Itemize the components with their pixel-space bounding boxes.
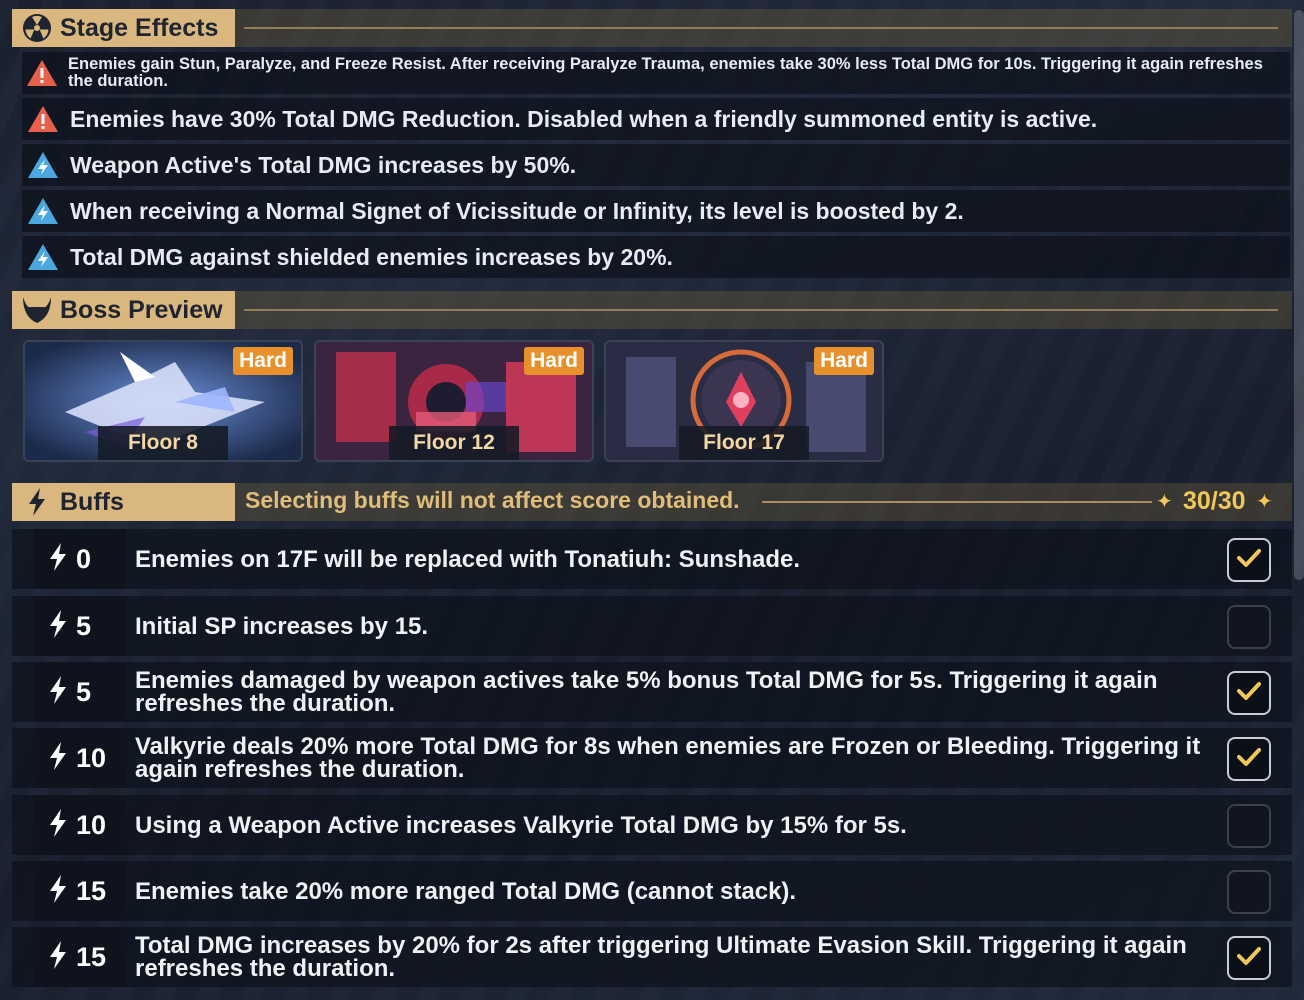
checkmark-icon bbox=[1237, 747, 1261, 772]
scrollbar[interactable] bbox=[1294, 10, 1304, 580]
boss-preview-title: Boss Preview bbox=[60, 295, 223, 324]
stage-effect-text: Enemies have 30% Total DMG Reduction. Di… bbox=[70, 105, 1098, 132]
boss-card-floor-8[interactable]: Hard Floor 8 bbox=[23, 340, 303, 462]
stage-effect-row: Enemies gain Stun, Paralyze, and Freeze … bbox=[22, 52, 1290, 94]
bonus-icon bbox=[26, 243, 60, 271]
stage-effect-row: Weapon Active's Total DMG increases by 5… bbox=[22, 144, 1290, 186]
lightning-icon bbox=[48, 741, 68, 776]
bonus-icon bbox=[26, 151, 60, 179]
lightning-icon bbox=[48, 675, 68, 710]
checkmark-icon bbox=[1237, 681, 1261, 706]
boss-preview-header: Boss Preview bbox=[12, 291, 1292, 329]
bonus-icon bbox=[26, 197, 60, 225]
buff-cost-value: 5 bbox=[76, 610, 92, 641]
checkmark-icon bbox=[1237, 946, 1261, 971]
buff-text: Enemies on 17F will be replaced with Ton… bbox=[135, 545, 801, 573]
sparkle-icon: ✦ bbox=[1256, 491, 1273, 513]
buff-checkbox[interactable] bbox=[1227, 737, 1271, 781]
buff-points: 30/30 bbox=[1183, 487, 1246, 515]
lightning-icon bbox=[48, 808, 68, 843]
stage-effect-text: Total DMG against shielded enemies incre… bbox=[70, 243, 673, 270]
buff-checkbox[interactable] bbox=[1227, 671, 1271, 715]
buff-checkbox[interactable] bbox=[1227, 870, 1271, 914]
buff-row[interactable]: 5 Enemies damaged by weapon actives take… bbox=[12, 662, 1292, 722]
lightning-icon bbox=[48, 609, 68, 644]
lightning-icon bbox=[20, 483, 54, 521]
buff-text: Using a Weapon Active increases Valkyrie… bbox=[135, 811, 907, 839]
buff-cost-value: 15 bbox=[76, 875, 107, 906]
horned-mask-icon bbox=[20, 291, 54, 329]
buffs-note: Selecting buffs will not affect score ob… bbox=[245, 487, 740, 513]
buff-cost: 15 bbox=[34, 861, 126, 921]
buffs-header: Buffs Selecting buffs will not affect sc… bbox=[12, 483, 1292, 521]
stage-effect-row: When receiving a Normal Signet of Viciss… bbox=[22, 190, 1290, 232]
buff-cost: 10 bbox=[34, 728, 126, 788]
header-divider bbox=[244, 309, 1278, 311]
buff-row[interactable]: 15 Total DMG increases by 20% for 2s aft… bbox=[12, 927, 1292, 987]
stage-effect-text: Weapon Active's Total DMG increases by 5… bbox=[70, 151, 577, 178]
buff-checkbox[interactable] bbox=[1227, 538, 1271, 582]
buff-cost: 15 bbox=[34, 927, 126, 987]
radiation-icon bbox=[20, 9, 54, 47]
buff-checkbox[interactable] bbox=[1227, 936, 1271, 980]
buff-cost-value: 5 bbox=[76, 676, 92, 707]
buff-cost-value: 0 bbox=[76, 543, 92, 574]
lightning-icon bbox=[48, 940, 68, 975]
buffs-title-box: Buffs bbox=[12, 483, 235, 521]
warning-icon bbox=[26, 59, 58, 87]
buff-row[interactable]: 10 Valkyrie deals 20% more Total DMG for… bbox=[12, 728, 1292, 788]
buff-text: Total DMG increases by 20% for 2s after … bbox=[135, 932, 1187, 982]
stage-effect-text: Enemies gain Stun, Paralyze, and Freeze … bbox=[68, 55, 1263, 90]
buff-row[interactable]: 10 Using a Weapon Active increases Valky… bbox=[12, 795, 1292, 855]
buff-text: Valkyrie deals 20% more Total DMG for 8s… bbox=[135, 733, 1201, 783]
stage-effect-row: Enemies have 30% Total DMG Reduction. Di… bbox=[22, 98, 1290, 140]
difficulty-badge: Hard bbox=[524, 347, 584, 375]
header-divider bbox=[762, 501, 1152, 503]
floor-label: Floor 12 bbox=[389, 426, 519, 460]
buff-row[interactable]: 15 Enemies take 20% more ranged Total DM… bbox=[12, 861, 1292, 921]
buff-cost-value: 10 bbox=[76, 742, 107, 773]
buff-cost: 0 bbox=[34, 529, 126, 589]
buff-row[interactable]: 5 Initial SP increases by 15. bbox=[12, 596, 1292, 656]
buff-text: Enemies damaged by weapon actives take 5… bbox=[135, 667, 1158, 717]
buff-text: Initial SP increases by 15. bbox=[135, 612, 429, 640]
buff-checkbox[interactable] bbox=[1227, 605, 1271, 649]
buff-text: Enemies take 20% more ranged Total DMG (… bbox=[135, 877, 797, 905]
checkmark-icon bbox=[1237, 548, 1261, 573]
stage-effects-title: Stage Effects bbox=[60, 13, 219, 42]
difficulty-badge: Hard bbox=[233, 347, 293, 375]
floor-label: Floor 8 bbox=[98, 426, 228, 460]
lightning-icon bbox=[48, 874, 68, 909]
boss-card-floor-12[interactable]: Hard Floor 12 bbox=[314, 340, 594, 462]
buff-cost-value: 10 bbox=[76, 809, 107, 840]
lightning-icon bbox=[48, 542, 68, 577]
buffs-title: Buffs bbox=[60, 487, 124, 516]
floor-label: Floor 17 bbox=[679, 426, 809, 460]
difficulty-badge: Hard bbox=[814, 347, 874, 375]
buff-row[interactable]: 0 Enemies on 17F will be replaced with T… bbox=[12, 529, 1292, 589]
buff-cost: 10 bbox=[34, 795, 126, 855]
header-divider bbox=[244, 27, 1278, 29]
sparkle-icon: ✦ bbox=[1156, 491, 1173, 513]
boss-card-floor-17[interactable]: Hard Floor 17 bbox=[604, 340, 884, 462]
stage-effects-header: Stage Effects bbox=[12, 9, 1292, 47]
buff-checkbox[interactable] bbox=[1227, 804, 1271, 848]
stage-effects-title-box: Stage Effects bbox=[12, 9, 235, 47]
buff-cost: 5 bbox=[34, 596, 126, 656]
boss-preview-title-box: Boss Preview bbox=[12, 291, 235, 329]
warning-icon bbox=[26, 105, 60, 133]
stage-effect-text: When receiving a Normal Signet of Viciss… bbox=[70, 197, 964, 224]
stage-effect-row: Total DMG against shielded enemies incre… bbox=[22, 236, 1290, 278]
buff-cost: 5 bbox=[34, 662, 126, 722]
buff-cost-value: 15 bbox=[76, 941, 107, 972]
